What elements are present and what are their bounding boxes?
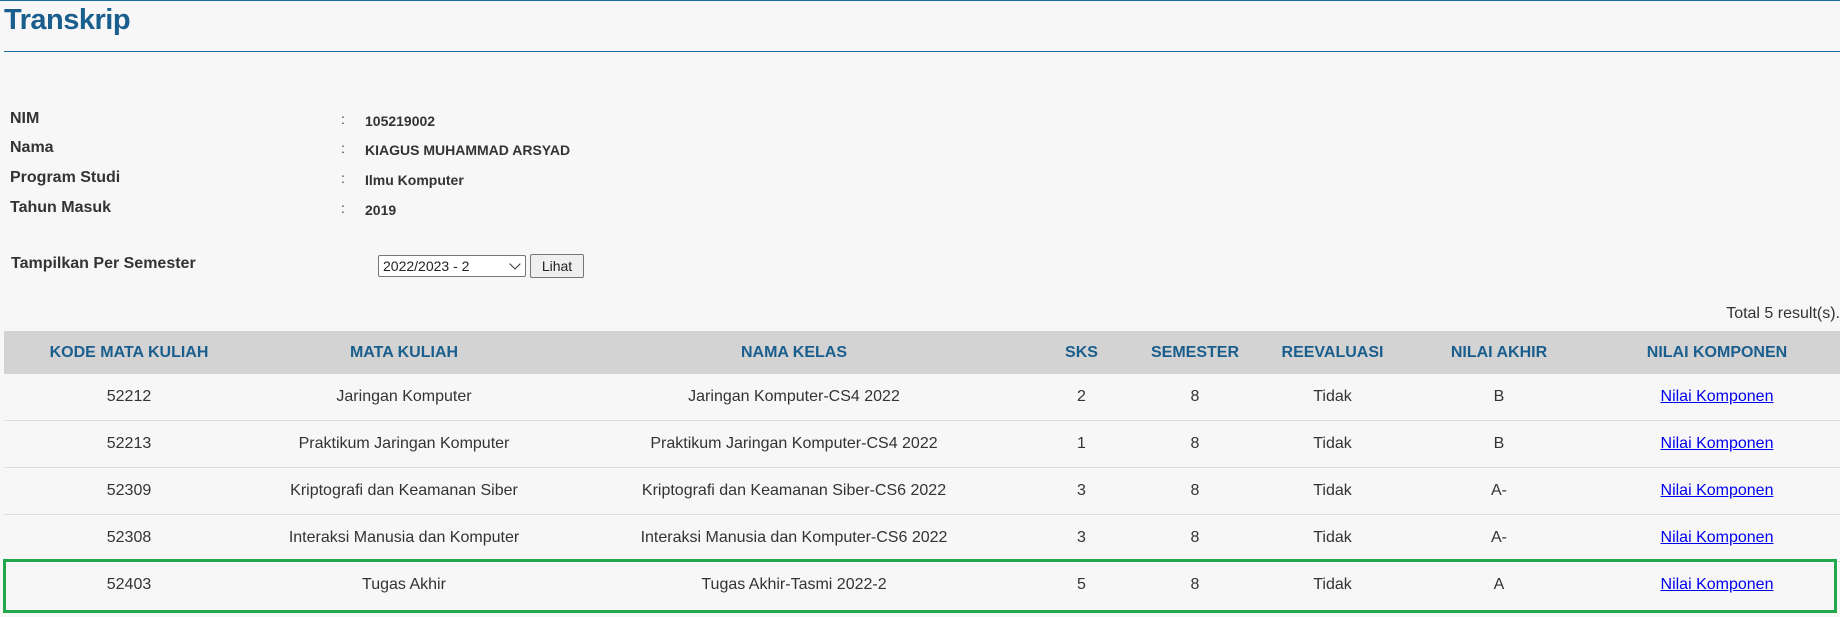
column-header-nilai-komponen: NILAI KOMPONEN bbox=[1594, 331, 1840, 374]
nilai-komponen-cell: Nilai Komponen bbox=[1594, 374, 1840, 421]
semester-cell: 8 bbox=[1190, 576, 1200, 593]
column-header-kode: KODE MATA KULIAH bbox=[4, 331, 254, 374]
table-row: 52309 Kriptografi dan Keamanan Siber Kri… bbox=[4, 467, 1840, 515]
nama-kelas-cell: Interaksi Manusia dan Komputer-CS6 2022 bbox=[554, 514, 1034, 562]
semester-cell: 8 bbox=[1129, 514, 1261, 562]
tahun-masuk-separator: : bbox=[341, 200, 345, 216]
mata-kuliah-cell: Jaringan Komputer bbox=[254, 374, 554, 421]
nilai-akhir-cell: A- bbox=[1404, 514, 1594, 562]
sks-cell: 5 bbox=[1077, 576, 1086, 593]
nilai-komponen-cell: Nilai Komponen bbox=[1594, 467, 1840, 515]
column-header-nilai-akhir: NILAI AKHIR bbox=[1404, 331, 1594, 374]
semester-cell: 8 bbox=[1129, 467, 1261, 515]
semester-cell: 8 bbox=[1129, 374, 1261, 421]
column-header-sks: SKS bbox=[1034, 331, 1129, 374]
program-studi-value: Ilmu Komputer bbox=[365, 172, 464, 188]
mata-kuliah-cell: Kriptografi dan Keamanan Siber bbox=[254, 467, 554, 515]
program-studi-separator: : bbox=[341, 170, 345, 186]
kode-cell: 52403 bbox=[106, 576, 152, 593]
mata-kuliah-cell: Tugas Akhir bbox=[362, 576, 446, 593]
column-header-semester: SEMESTER bbox=[1129, 331, 1261, 374]
nama-kelas-cell: Tugas Akhir-Tasmi 2022-2 bbox=[701, 576, 887, 593]
semester-select[interactable]: 2022/2023 - 2 bbox=[378, 255, 526, 277]
nama-value: KIAGUS MUHAMMAD ARSYAD bbox=[365, 142, 571, 158]
title-divider bbox=[4, 51, 1840, 52]
sks-cell: 1 bbox=[1034, 420, 1129, 468]
nim-separator: : bbox=[341, 111, 345, 127]
nama-label: Nama bbox=[10, 139, 54, 156]
lihat-button[interactable]: Lihat bbox=[530, 254, 584, 278]
sks-cell: 2 bbox=[1034, 374, 1129, 421]
reevaluasi-cell: Tidak bbox=[1261, 374, 1404, 421]
result-count: Total 5 result(s). bbox=[1726, 305, 1840, 322]
sks-cell: 3 bbox=[1034, 467, 1129, 515]
tahun-masuk-value: 2019 bbox=[365, 202, 397, 218]
table-row: 52212 Jaringan Komputer Jaringan Kompute… bbox=[4, 374, 1840, 421]
kode-cell: 52212 bbox=[4, 374, 254, 421]
nilai-akhir-cell: A bbox=[1493, 576, 1505, 593]
sks-cell: 3 bbox=[1034, 514, 1129, 562]
nilai-komponen-cell: Nilai Komponen bbox=[1594, 514, 1840, 562]
nama-kelas-cell: Jaringan Komputer-CS4 2022 bbox=[554, 374, 1034, 421]
table-row: 52308 Interaksi Manusia dan Komputer Int… bbox=[4, 514, 1840, 562]
table-header-row: KODE MATA KULIAH MATA KULIAH NAMA KELAS … bbox=[4, 331, 1840, 374]
reevaluasi-cell: Tidak bbox=[1261, 514, 1404, 562]
page-title: Transkrip bbox=[4, 4, 131, 36]
reevaluasi-cell: Tidak bbox=[1261, 420, 1404, 468]
chevron-down-icon bbox=[509, 258, 521, 270]
kode-cell: 52309 bbox=[4, 467, 254, 515]
nilai-akhir-cell: B bbox=[1404, 420, 1594, 468]
kode-cell: 52308 bbox=[4, 514, 254, 562]
nilai-komponen-link[interactable]: Nilai Komponen bbox=[1661, 482, 1774, 499]
mata-kuliah-cell: Interaksi Manusia dan Komputer bbox=[254, 514, 554, 562]
nim-value: 105219002 bbox=[365, 113, 436, 129]
reevaluasi-cell: Tidak bbox=[1261, 467, 1404, 515]
mata-kuliah-cell: Praktikum Jaringan Komputer bbox=[254, 420, 554, 468]
table-row: 52213 Praktikum Jaringan Komputer Prakti… bbox=[4, 420, 1840, 468]
column-header-nama-kelas: NAMA KELAS bbox=[554, 331, 1034, 374]
nilai-akhir-cell: A- bbox=[1404, 467, 1594, 515]
semester-select-value: 2022/2023 - 2 bbox=[383, 258, 470, 274]
column-header-reevaluasi: REEVALUASI bbox=[1261, 331, 1404, 374]
transcript-table: KODE MATA KULIAH MATA KULIAH NAMA KELAS … bbox=[4, 331, 1840, 608]
nama-separator: : bbox=[341, 140, 345, 156]
semester-filter-label: Tampilkan Per Semester bbox=[11, 255, 196, 272]
kode-cell: 52213 bbox=[4, 420, 254, 468]
nilai-komponen-link[interactable]: Nilai Komponen bbox=[1661, 388, 1774, 405]
nilai-akhir-cell: B bbox=[1404, 374, 1594, 421]
table-row: 52403 Tugas Akhir Tugas Akhir-Tasmi 2022… bbox=[4, 562, 1840, 609]
program-studi-label: Program Studi bbox=[10, 169, 121, 186]
nilai-komponen-link[interactable]: Nilai Komponen bbox=[1661, 576, 1774, 593]
nilai-komponen-cell: Nilai Komponen bbox=[1594, 420, 1840, 468]
nilai-komponen-cell: Nilai Komponen bbox=[1594, 562, 1840, 609]
nilai-komponen-link[interactable]: Nilai Komponen bbox=[1661, 529, 1774, 546]
nama-kelas-cell: Kriptografi dan Keamanan Siber-CS6 2022 bbox=[554, 467, 1034, 515]
nilai-komponen-link[interactable]: Nilai Komponen bbox=[1661, 435, 1774, 452]
nama-kelas-cell: Praktikum Jaringan Komputer-CS4 2022 bbox=[554, 420, 1034, 468]
reevaluasi-cell: Tidak bbox=[1313, 576, 1352, 593]
nim-label: NIM bbox=[10, 110, 40, 127]
tahun-masuk-label: Tahun Masuk bbox=[10, 199, 112, 216]
semester-cell: 8 bbox=[1129, 420, 1261, 468]
column-header-mata-kuliah: MATA KULIAH bbox=[254, 331, 554, 374]
